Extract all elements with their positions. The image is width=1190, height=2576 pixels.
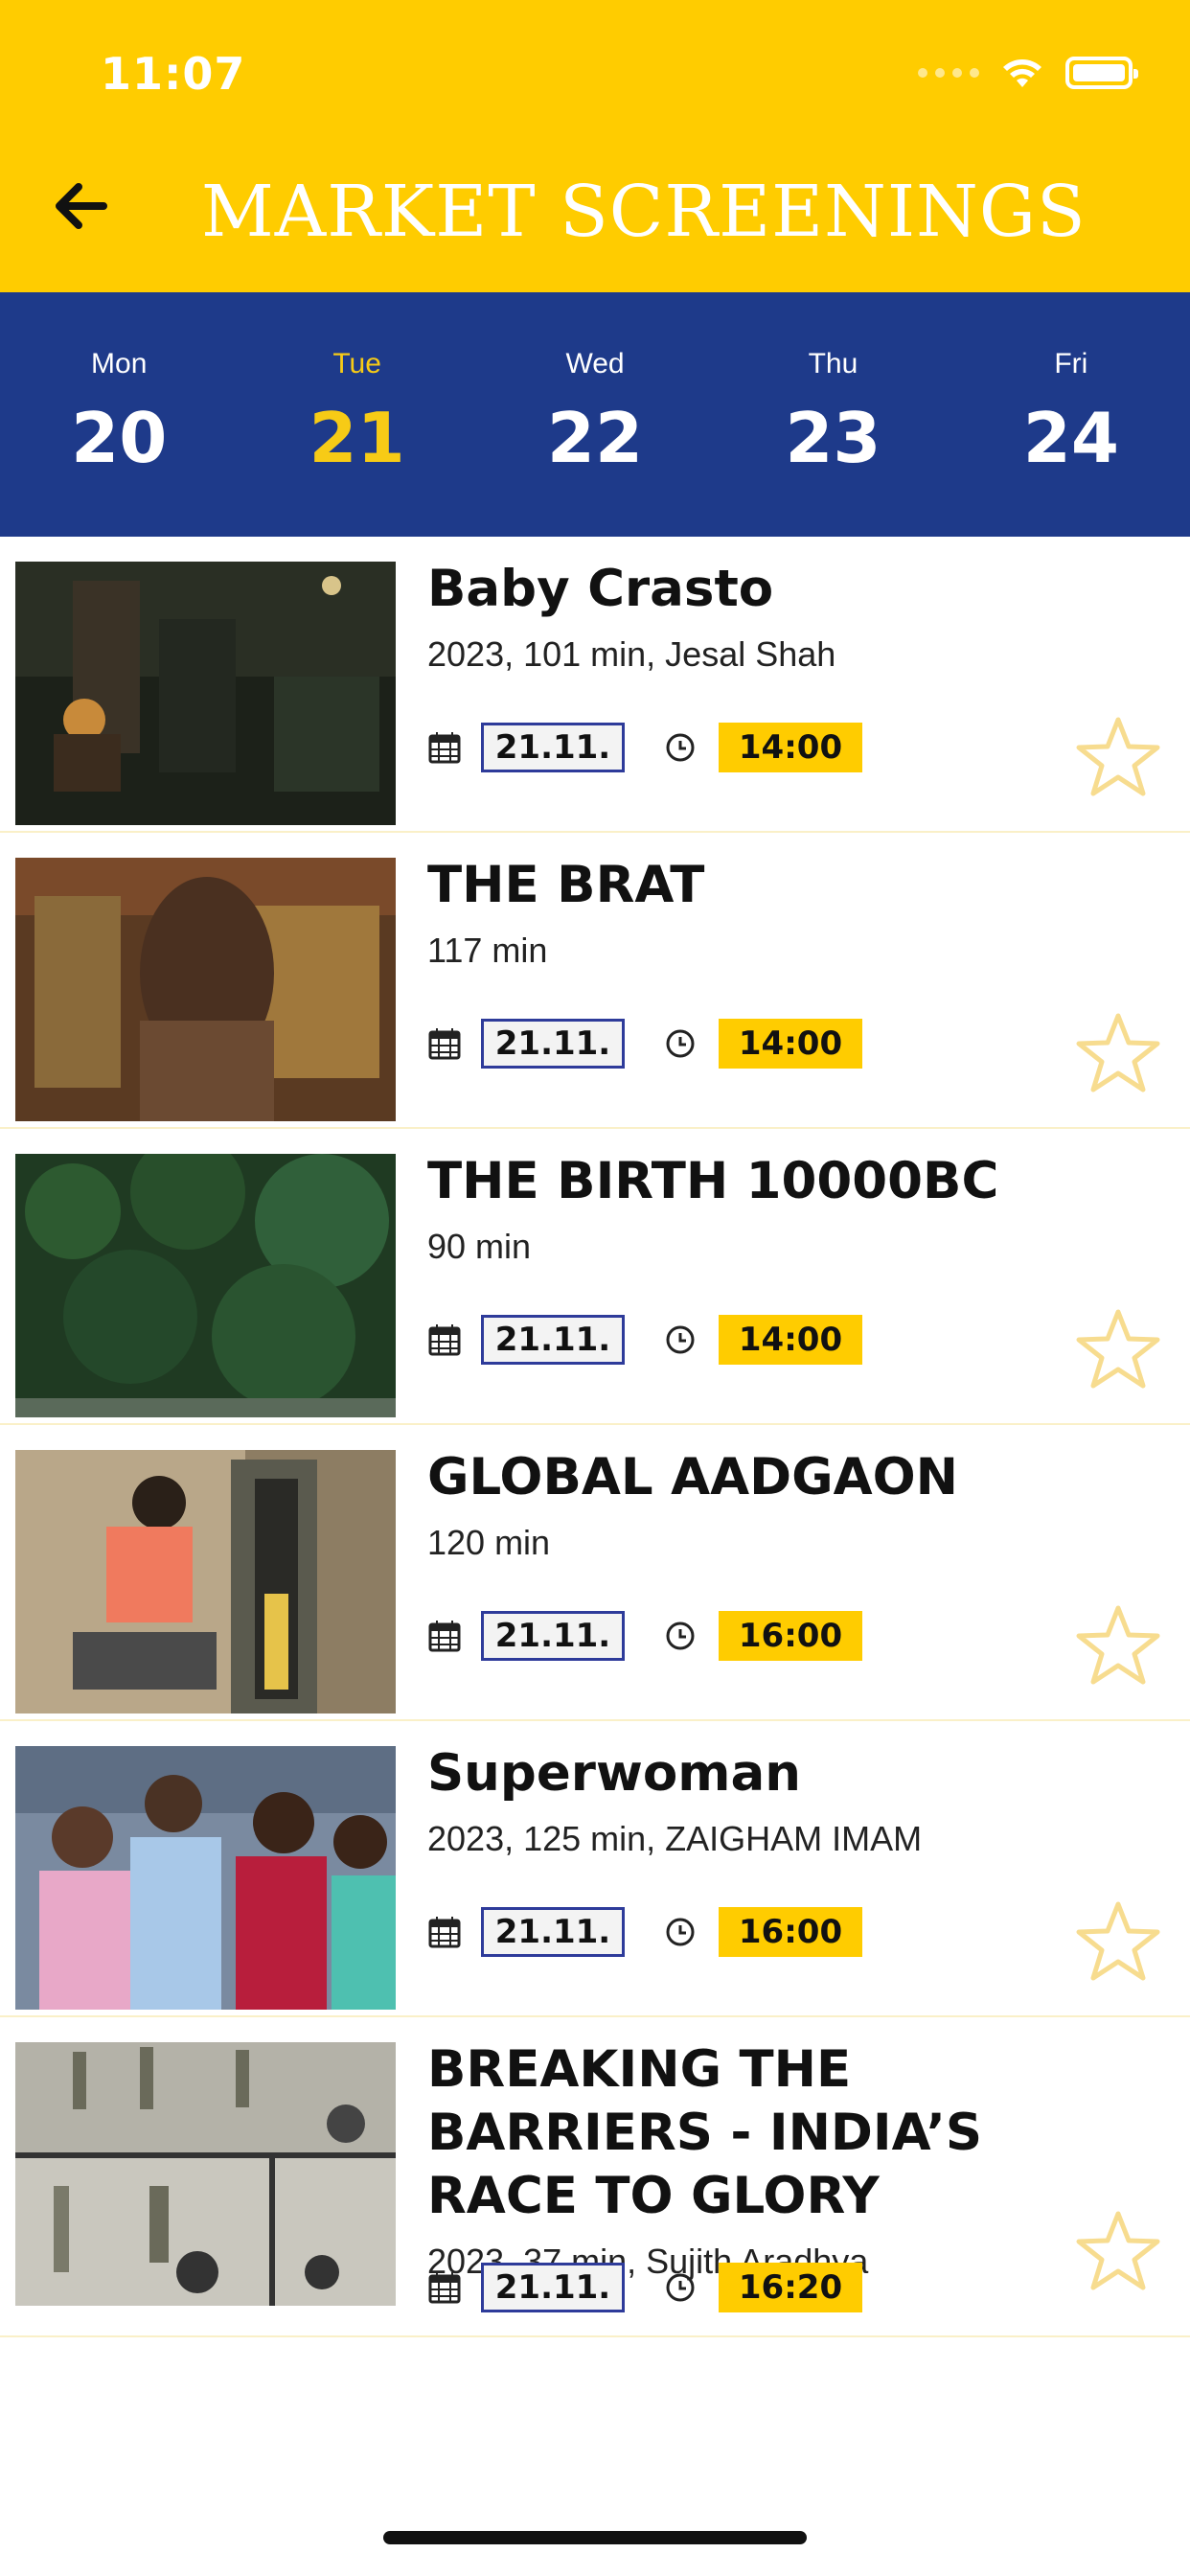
clock-icon	[666, 2273, 695, 2302]
film-thumbnail	[15, 562, 396, 825]
wifi-icon	[1003, 59, 1041, 87]
star-icon[interactable]	[1075, 1307, 1161, 1390]
status-time: 11:07	[101, 48, 246, 100]
list-item[interactable]: Baby Crasto 2023, 101 min, Jesal Shah 21…	[0, 537, 1190, 833]
screening-list: Baby Crasto 2023, 101 min, Jesal Shah 21…	[0, 537, 1190, 2337]
time-badge: 14:00	[719, 723, 862, 772]
date-badge: 21.11.	[481, 2263, 625, 2312]
day-name: Tue	[332, 348, 381, 380]
page-title: MARKET SCREENINGS	[201, 171, 1087, 253]
film-thumbnail	[15, 2042, 396, 2306]
day-tab-wed[interactable]: Wed 22	[476, 292, 714, 537]
schedule: 21.11. 16:20	[427, 2263, 862, 2312]
film-meta: 117 min	[427, 931, 548, 970]
star-icon[interactable]	[1075, 1899, 1161, 1982]
calendar-icon	[428, 1324, 461, 1356]
list-item[interactable]: Superwoman 2023, 125 min, ZAIGHAM IMAM 2…	[0, 1721, 1190, 2017]
home-indicator[interactable]	[383, 2531, 807, 2544]
date-badge: 21.11.	[481, 1907, 625, 1957]
cellular-signal-icon	[918, 68, 979, 78]
star-icon[interactable]	[1075, 1603, 1161, 1686]
date-badge: 21.11.	[481, 1315, 625, 1365]
film-info: BREAKING THE BARRIERS - INDIA’S RACE TO …	[427, 2038, 1046, 2282]
film-title: Superwoman	[427, 1744, 802, 1803]
clock-icon	[666, 1622, 695, 1650]
film-thumbnail	[15, 1746, 396, 2010]
film-info: GLOBAL AADGAON 120 min	[427, 1446, 1046, 1563]
time-badge: 14:00	[719, 1019, 862, 1069]
day-tab-thu[interactable]: Thu 23	[714, 292, 951, 537]
date-badge: 21.11.	[481, 723, 625, 772]
schedule: 21.11. 14:00	[427, 1019, 862, 1069]
day-tab-fri[interactable]: Fri 24	[952, 292, 1190, 537]
day-number: 24	[1022, 398, 1119, 478]
film-info: Baby Crasto 2023, 101 min, Jesal Shah	[427, 558, 1046, 675]
day-name: Thu	[808, 348, 858, 380]
status-icons	[918, 56, 1138, 90]
arrow-left-icon[interactable]	[48, 172, 115, 240]
time-badge: 14:00	[719, 1315, 862, 1365]
calendar-icon	[428, 1917, 461, 1948]
day-name: Mon	[91, 348, 148, 380]
day-number: 21	[309, 398, 405, 478]
day-number: 23	[785, 398, 881, 478]
film-thumbnail	[15, 1154, 396, 1417]
calendar-icon	[428, 732, 461, 764]
time-badge: 16:00	[719, 1907, 862, 1957]
clock-icon	[666, 733, 695, 762]
calendar-icon	[428, 1028, 461, 1060]
list-item[interactable]: GLOBAL AADGAON 120 min 21.11. 16:00	[0, 1425, 1190, 1721]
film-title: BREAKING THE BARRIERS - INDIA’S RACE TO …	[427, 2040, 983, 2225]
schedule: 21.11. 14:00	[427, 723, 862, 772]
day-number: 20	[71, 398, 168, 478]
date-badge: 21.11.	[481, 1019, 625, 1069]
day-name: Fri	[1054, 348, 1088, 380]
film-title: GLOBAL AADGAON	[427, 1448, 959, 1506]
day-tab-mon[interactable]: Mon 20	[0, 292, 238, 537]
list-item[interactable]: THE BRAT 117 min 21.11. 14:00	[0, 833, 1190, 1129]
film-thumbnail	[15, 1450, 396, 1714]
schedule: 21.11. 16:00	[427, 1907, 862, 1957]
app-header: 11:07 MARKET SCREENINGS	[0, 0, 1190, 292]
film-meta: 2023, 125 min, ZAIGHAM IMAM	[427, 1819, 923, 1858]
film-meta: 2023, 101 min, Jesal Shah	[427, 634, 836, 674]
clock-icon	[666, 1325, 695, 1354]
clock-icon	[666, 1918, 695, 1946]
calendar-icon	[428, 1621, 461, 1652]
day-name: Wed	[565, 348, 625, 380]
day-selector: Mon 20 Tue 21 Wed 22 Thu 23 Fri 24	[0, 292, 1190, 537]
list-item[interactable]: BREAKING THE BARRIERS - INDIA’S RACE TO …	[0, 2017, 1190, 2337]
film-thumbnail	[15, 858, 396, 1121]
film-info: Superwoman 2023, 125 min, ZAIGHAM IMAM	[427, 1742, 1046, 1859]
star-icon[interactable]	[1075, 2209, 1161, 2291]
time-badge: 16:20	[719, 2263, 862, 2312]
day-number: 22	[546, 398, 644, 478]
film-info: THE BIRTH 10000BC 90 min	[427, 1150, 1046, 1267]
film-title: THE BIRTH 10000BC	[427, 1152, 999, 1210]
day-tab-tue[interactable]: Tue 21	[238, 292, 475, 537]
calendar-icon	[428, 2272, 461, 2304]
list-item[interactable]: THE BIRTH 10000BC 90 min 21.11. 14:00	[0, 1129, 1190, 1425]
film-meta: 120 min	[427, 1523, 551, 1562]
schedule: 21.11. 16:00	[427, 1611, 862, 1661]
clock-icon	[666, 1029, 695, 1058]
date-badge: 21.11.	[481, 1611, 625, 1661]
time-badge: 16:00	[719, 1611, 862, 1661]
star-icon[interactable]	[1075, 715, 1161, 797]
film-info: THE BRAT 117 min	[427, 854, 1046, 971]
schedule: 21.11. 14:00	[427, 1315, 862, 1365]
film-title: THE BRAT	[427, 856, 705, 914]
film-meta: 90 min	[427, 1227, 532, 1266]
star-icon[interactable]	[1075, 1011, 1161, 1093]
film-title: Baby Crasto	[427, 560, 774, 618]
battery-icon	[1065, 57, 1138, 89]
